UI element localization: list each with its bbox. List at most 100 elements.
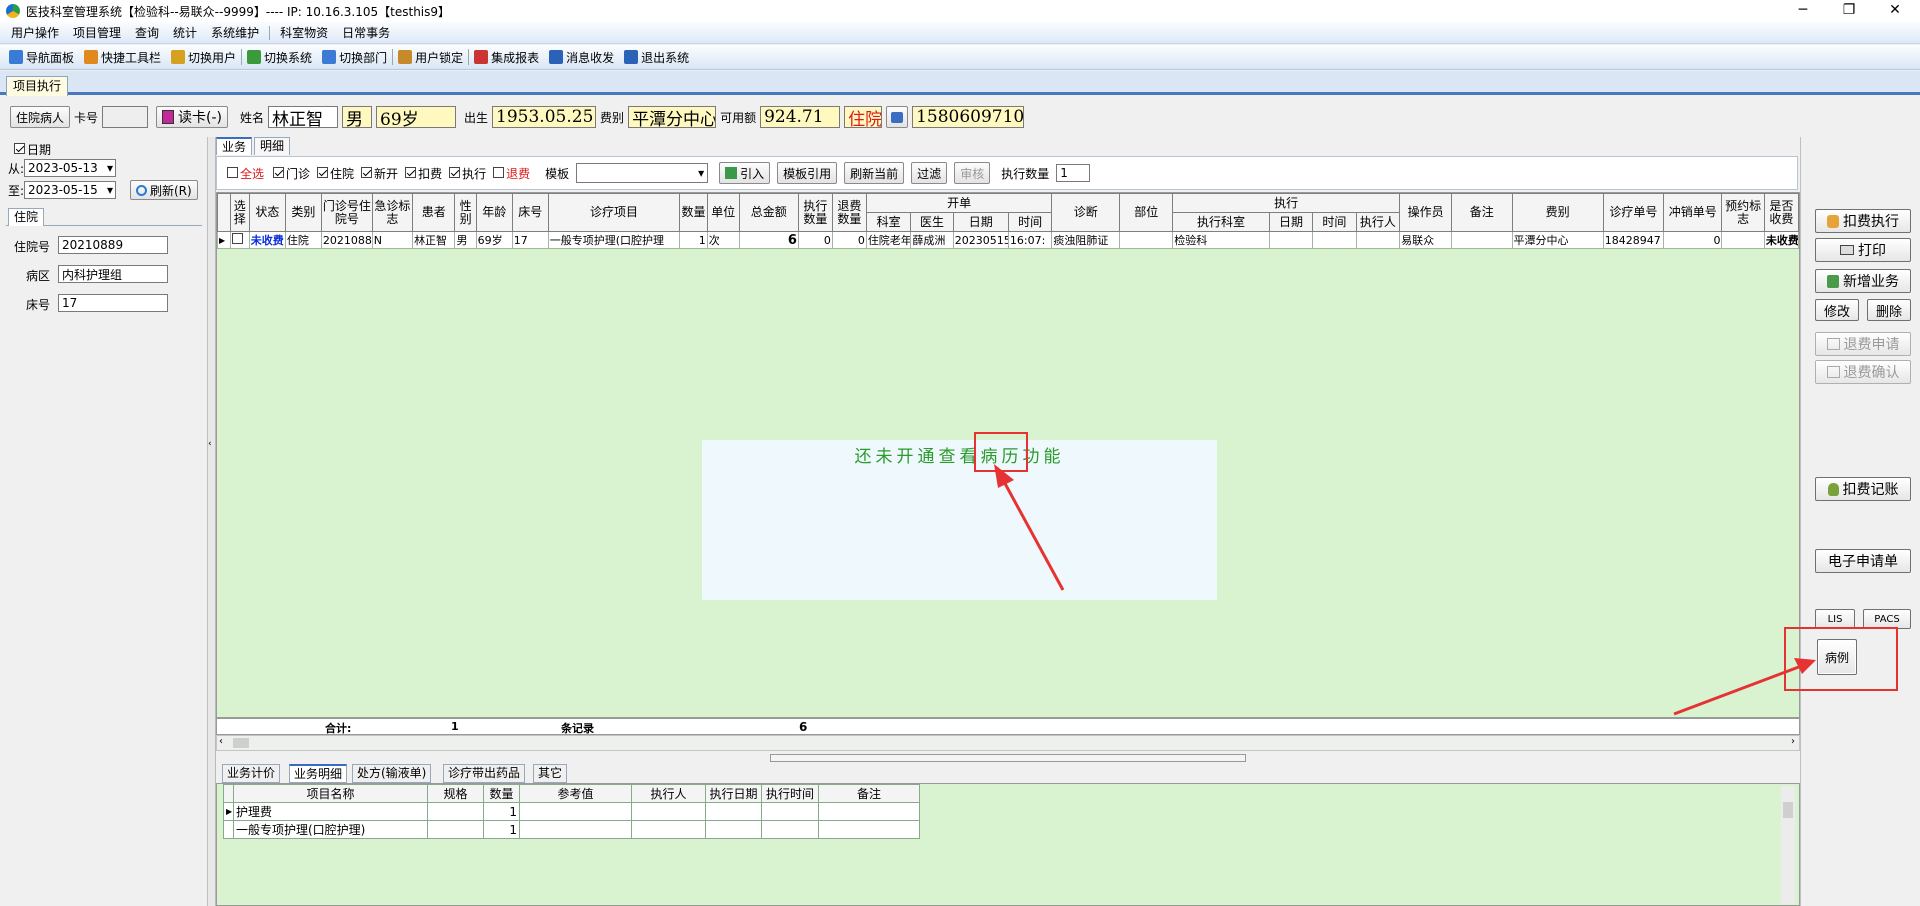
close-button[interactable]: ✕ — [1872, 0, 1918, 22]
toolbar-button-7[interactable]: 消息收发 — [544, 46, 619, 68]
tab-project-exec[interactable]: 项目执行 — [6, 76, 69, 96]
add-business-button[interactable]: 新增业务 — [1815, 269, 1911, 293]
refund-confirm-button[interactable]: 退费确认 — [1815, 360, 1911, 384]
detail-header-qty[interactable]: 数量 — [483, 784, 520, 803]
grid-header-exec-person[interactable]: 执行人 — [1355, 212, 1401, 232]
refresh-button[interactable]: 刷新(R) — [130, 180, 198, 200]
grid-header-item[interactable]: 诊疗项目 — [547, 193, 681, 232]
lis-button[interactable]: LIS — [1815, 609, 1855, 629]
toolbar-button-2[interactable]: 切换用户 — [166, 46, 241, 68]
print-button[interactable]: 打印 — [1815, 238, 1911, 262]
menu-stats[interactable]: 统计 — [166, 22, 204, 44]
inpatient-button[interactable]: 住院病人 — [10, 106, 71, 128]
grid-header-kaidan-doctor[interactable]: 医生 — [910, 212, 954, 232]
row-select-checkbox[interactable] — [229, 231, 250, 249]
menu-system[interactable]: 系统维护 — [204, 22, 266, 44]
toolbar-button-8[interactable]: 退出系统 — [619, 46, 694, 68]
detail-header-ref[interactable]: 参考值 — [519, 784, 632, 803]
tab-inpatient[interactable]: 住院 — [8, 208, 45, 226]
read-card-button[interactable]: 读卡(-) — [156, 106, 229, 128]
grid-header-exec-qty[interactable]: 执行数量 — [797, 193, 833, 232]
detail-header-exec-time[interactable]: 执行时间 — [761, 784, 819, 803]
toolbar-button-1[interactable]: 快捷工具栏 — [79, 46, 166, 68]
grid-header-no[interactable]: 门诊号住院号 — [320, 193, 373, 232]
date-to-picker[interactable]: 2023-05-15 ▾ — [24, 181, 117, 199]
select-all-checkbox[interactable]: 全选 — [227, 165, 264, 182]
grid-header-diagnosis[interactable]: 诊断 — [1051, 193, 1121, 232]
table-row[interactable]: ▶ 护理费 1 — [223, 802, 920, 821]
deduct-record-button[interactable]: 扣费记账 — [1815, 477, 1911, 501]
grid-header-fee[interactable]: 费别 — [1511, 193, 1604, 232]
toolbar-button-4[interactable]: 切换部门 — [317, 46, 392, 68]
tab-drugs[interactable]: 诊疗带出药品 — [443, 764, 526, 783]
new-checkbox[interactable]: 新开 — [361, 165, 398, 182]
outpatient-checkbox[interactable]: 门诊 — [273, 165, 310, 182]
card-input[interactable] — [102, 106, 149, 128]
case-button[interactable]: 病例 — [1817, 639, 1857, 675]
horizontal-scrollbar[interactable]: ‹ › — [216, 735, 1800, 751]
toolbar-button-0[interactable]: 导航面板 — [4, 46, 79, 68]
template-ref-button[interactable]: 模板引用 — [777, 162, 838, 184]
grid-header-status[interactable]: 状态 — [248, 193, 286, 232]
grid-header-qty[interactable]: 数量 — [679, 193, 708, 232]
inpatient-no-field[interactable]: 20210889 — [58, 236, 168, 254]
grid-header-emergency[interactable]: 急诊标志 — [371, 193, 414, 232]
table-row[interactable]: ▶ 未收费 住院 2021088 N 林正智 男 69岁 17 一般专项护理(口… — [217, 231, 1800, 249]
grid-header-exec-date[interactable]: 日期 — [1268, 212, 1314, 232]
grid-header-operator[interactable]: 操作员 — [1399, 193, 1453, 232]
grid-header-kaidan-dept[interactable]: 科室 — [865, 212, 912, 232]
pacs-button[interactable]: PACS — [1863, 609, 1911, 629]
tab-business[interactable]: 业务 — [216, 137, 253, 155]
detail-header-remark[interactable]: 备注 — [818, 784, 920, 803]
exec-checkbox[interactable]: 执行 — [449, 165, 486, 182]
tab-business-pricing[interactable]: 业务计价 — [222, 764, 281, 783]
detail-header-executor[interactable]: 执行人 — [631, 784, 706, 803]
date-from-picker[interactable]: 2023-05-13 ▾ — [24, 159, 117, 177]
detail-header-exec-date[interactable]: 执行日期 — [705, 784, 762, 803]
grid-header-remark[interactable]: 备注 — [1451, 193, 1513, 232]
phone-icon[interactable] — [886, 106, 909, 128]
grid-header-category[interactable]: 类别 — [284, 193, 322, 232]
maximize-button[interactable]: ❐ — [1826, 0, 1872, 22]
tab-detail[interactable]: 明细 — [254, 137, 291, 155]
deduct-exec-button[interactable]: 扣费执行 — [1815, 209, 1911, 233]
table-row[interactable]: 一般专项护理(口腔护理) 1 — [223, 820, 920, 839]
grid-header-unit[interactable]: 单位 — [706, 193, 740, 232]
grid-header-cancel-no[interactable]: 冲销单号 — [1663, 193, 1723, 232]
refund-checkbox[interactable]: 退费 — [493, 165, 530, 182]
grid-header-charged[interactable]: 是否收费 — [1763, 193, 1800, 232]
toolbar-button-5[interactable]: 用户锁定 — [393, 46, 468, 68]
grid-header-site[interactable]: 部位 — [1119, 193, 1174, 232]
audit-button[interactable]: 审核 — [954, 162, 991, 184]
tab-prescription[interactable]: 处方(输液单) — [352, 764, 432, 783]
collapse-arrow-icon[interactable]: ‹ — [208, 439, 212, 449]
filter-button[interactable]: 过滤 — [911, 162, 948, 184]
deduct-checkbox[interactable]: 扣费 — [405, 165, 442, 182]
grid-header-refund-qty[interactable]: 退费数量 — [831, 193, 867, 232]
grid-header-amount[interactable]: 总金额 — [738, 193, 799, 232]
grid-header-bed[interactable]: 床号 — [511, 193, 549, 232]
e-request-button[interactable]: 电子申请单 — [1815, 549, 1911, 573]
ward-field[interactable]: 内科护理组 — [58, 265, 168, 283]
tab-business-detail[interactable]: 业务明细 — [289, 764, 348, 783]
exec-qty-input[interactable]: 1 — [1056, 164, 1091, 182]
minimize-button[interactable]: ─ — [1780, 0, 1826, 22]
grid-header-age[interactable]: 年龄 — [475, 193, 513, 232]
date-checkbox[interactable]: 日期 — [14, 141, 51, 158]
grid-header-patient[interactable]: 患者 — [412, 193, 456, 232]
grid-header-exec-time[interactable]: 时间 — [1312, 212, 1357, 232]
refresh-current-button[interactable]: 刷新当前 — [844, 162, 905, 184]
detail-header-spec[interactable]: 规格 — [427, 784, 484, 803]
detail-header-name[interactable]: 项目名称 — [233, 784, 428, 803]
toolbar-button-3[interactable]: 切换系统 — [242, 46, 317, 68]
detail-vscroll[interactable] — [1781, 786, 1795, 904]
grid-header-exec-dept[interactable]: 执行科室 — [1172, 212, 1270, 232]
template-select[interactable]: ▾ — [576, 163, 709, 183]
delete-button[interactable]: 删除 — [1867, 299, 1911, 321]
menu-user-ops[interactable]: 用户操作 — [4, 22, 66, 44]
import-button[interactable]: 引入 — [719, 162, 771, 184]
panel-splitter[interactable] — [770, 754, 1246, 762]
grid-header-booking[interactable]: 预约标志 — [1721, 193, 1765, 232]
scroll-thumb[interactable] — [233, 738, 249, 748]
grid-header-kaidan-date[interactable]: 日期 — [952, 212, 1009, 232]
